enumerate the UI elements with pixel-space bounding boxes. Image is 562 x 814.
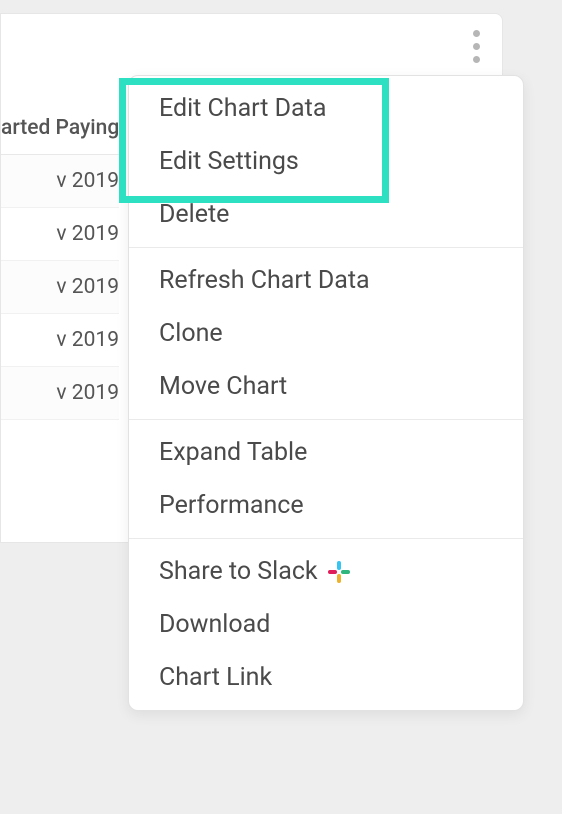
menu-item-label: Move Chart: [159, 372, 287, 401]
menu-divider: [129, 247, 523, 248]
menu-item-label: Performance: [159, 491, 304, 520]
menu-item-label: Edit Settings: [159, 147, 299, 176]
menu-divider: [129, 538, 523, 539]
table-row: v 2019: [1, 155, 119, 208]
menu-item-label: Expand Table: [159, 438, 307, 467]
menu-item-expand-table[interactable]: Expand Table: [129, 426, 523, 479]
menu-item-share-to-slack[interactable]: Share to Slack: [129, 545, 523, 598]
slack-icon: [328, 561, 350, 583]
menu-item-label: Chart Link: [159, 663, 272, 692]
menu-item-label: Download: [159, 610, 270, 639]
menu-divider: [129, 419, 523, 420]
menu-item-refresh-chart-data[interactable]: Refresh Chart Data: [129, 254, 523, 307]
menu-item-move-chart[interactable]: Move Chart: [129, 360, 523, 413]
menu-item-label: Edit Chart Data: [159, 94, 326, 123]
menu-item-chart-link[interactable]: Chart Link: [129, 651, 523, 704]
menu-item-clone[interactable]: Clone: [129, 307, 523, 360]
table-row: v 2019: [1, 208, 119, 261]
menu-item-label: Refresh Chart Data: [159, 266, 370, 295]
menu-item-label: Delete: [159, 200, 229, 229]
menu-item-edit-chart-data[interactable]: Edit Chart Data: [129, 82, 523, 135]
table-row: v 2019: [1, 314, 119, 367]
menu-item-download[interactable]: Download: [129, 598, 523, 651]
column-header-started-paying: arted Paying: [1, 106, 119, 155]
menu-item-label: Clone: [159, 319, 223, 348]
menu-item-edit-settings[interactable]: Edit Settings: [129, 135, 523, 188]
menu-item-performance[interactable]: Performance: [129, 479, 523, 532]
chart-context-menu: Edit Chart Data Edit Settings Delete Refres…: [128, 75, 524, 711]
menu-item-delete[interactable]: Delete: [129, 188, 523, 241]
table-row: v 2019: [1, 367, 119, 420]
data-table: arted Paying v 2019v 2019v 2019v 2019v 2…: [1, 106, 119, 420]
menu-item-label: Share to Slack: [159, 557, 318, 586]
table-row: v 2019: [1, 261, 119, 314]
more-options-button[interactable]: [464, 28, 488, 64]
